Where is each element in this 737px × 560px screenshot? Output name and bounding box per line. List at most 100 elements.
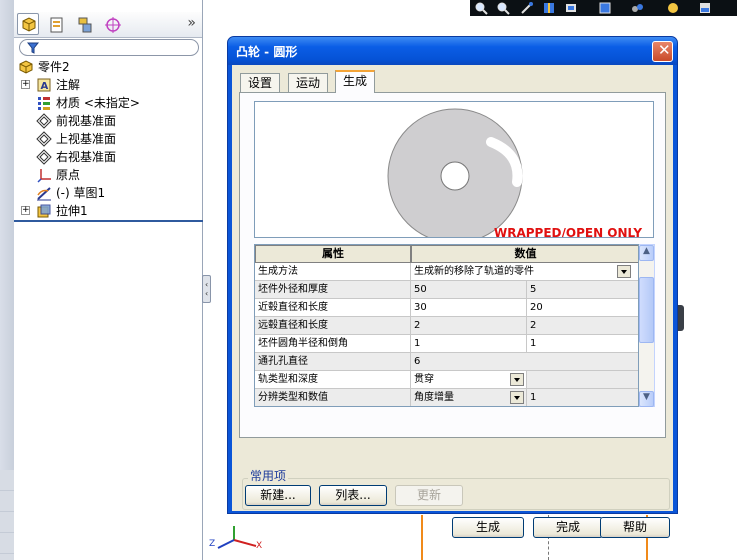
chevron-left-icon: ‹ [205,289,209,298]
tab-settings[interactable]: 设置 [240,73,281,92]
common-items-group: 新建... 列表... 更新 [242,478,670,510]
expand-plus-icon[interactable]: + [21,206,30,215]
create-button[interactable]: 生成 [452,517,524,538]
grid-scrollbar[interactable]: ▲ ▼ [639,244,655,407]
tree-item-origin[interactable]: 原点 [16,166,201,184]
axis-x-label: X [256,541,262,551]
row-value-select[interactable]: 生成新的移除了轨道的零件 [411,263,638,280]
table-row[interactable]: 远毂直径和长度 2 2 [255,317,638,335]
zoom-area-icon[interactable] [496,1,510,15]
help-button[interactable]: 帮助 [600,517,670,538]
display-style-icon[interactable] [630,1,644,15]
row-value-2 [527,371,638,388]
tree-divider [14,220,203,222]
tab-configuration-manager[interactable] [73,13,95,35]
scene-icon[interactable] [698,1,712,15]
origin-axes-icon [37,169,51,183]
dynamic-annotation-icon[interactable] [564,1,578,15]
list-button[interactable]: 列表... [319,485,387,506]
tree-item-extrude1[interactable]: + 拉伸1 [16,202,201,220]
row-property: 通孔孔直径 [255,353,411,370]
axis-triad: Z X [209,526,262,551]
tree-item-label: 注解 [56,78,81,92]
chevron-down-icon: ▼ [643,392,650,402]
row-value-1[interactable]: 30 [411,299,527,316]
tree-root[interactable]: 零件2 [16,58,201,76]
cam-preview-drawing [387,108,523,237]
preview-caption: WRAPPED/OPEN ONLY [494,226,643,238]
task-pane-handle[interactable] [677,305,684,331]
tree-item-sketch1[interactable]: (-) 草图1 [16,184,201,202]
dropdown-arrow-icon[interactable] [617,265,631,278]
tab-motion[interactable]: 运动 [288,73,329,92]
row-value-1[interactable]: 50 [411,281,527,298]
tree-item-material[interactable]: 材质 <未指定> [16,94,201,112]
tab-dimxpert-manager[interactable] [101,13,123,35]
chevron-right-icon[interactable]: » [187,15,196,31]
row-property: 轨类型和深度 [255,371,411,388]
table-row[interactable]: 近毂直径和长度 30 20 [255,299,638,317]
panel-splitter-handle[interactable]: ‹ ‹ [202,275,211,303]
chevron-up-icon: ▲ [643,246,650,256]
appearance-icon[interactable] [666,1,680,15]
sketch-icon [37,187,51,201]
column-header-value: 数值 [411,245,638,263]
dialog-titlebar[interactable]: 凸轮 - 圆形 ✕ [228,37,677,65]
close-button[interactable]: ✕ [652,41,673,62]
scroll-up-button[interactable]: ▲ [639,245,654,261]
feature-tree-icon [22,17,36,32]
tree-item-annotations[interactable]: + A 注解 [16,76,201,94]
tab-property-manager[interactable] [45,13,67,35]
dropdown-arrow-icon[interactable] [510,373,524,386]
view-orientation-icon[interactable] [598,1,612,15]
table-row[interactable]: 通孔孔直径 6 [255,353,638,371]
row-value-1[interactable]: 1 [411,335,527,352]
tree-item-top-plane[interactable]: 上视基准面 [16,130,201,148]
table-row[interactable]: 分辨类型和数值 角度增量 1 [255,389,638,406]
update-button: 更新 [395,485,463,506]
tab-feature-manager[interactable] [17,13,39,35]
tree-item-label: 原点 [56,168,81,182]
row-value-2[interactable]: 1 [527,389,638,406]
table-row[interactable]: 轨类型和深度 贯穿 [255,371,638,389]
new-button[interactable]: 新建... [245,485,311,506]
chevron-left-icon: ‹ [205,280,209,289]
row-property: 坯件外径和厚度 [255,281,411,298]
scroll-thumb[interactable] [639,277,654,343]
annotation-icon: A [37,78,51,92]
table-row[interactable]: 坯件外径和厚度 50 5 [255,281,638,299]
row-value-2[interactable]: 2 [527,317,638,334]
row-value-2[interactable]: 20 [527,299,638,316]
material-icon [38,97,50,110]
row-value-2[interactable]: 5 [527,281,638,298]
dropdown-arrow-icon[interactable] [510,391,524,404]
scroll-down-button[interactable]: ▼ [639,391,654,407]
done-button[interactable]: 完成 [533,517,603,538]
table-row[interactable]: 坯件圆角半径和倒角 1 1 [255,335,638,353]
zoom-to-fit-icon[interactable] [474,1,488,15]
row-value-2[interactable]: 1 [527,335,638,352]
tree-filter-input[interactable] [19,39,199,56]
tab-create[interactable]: 生成 [335,70,376,93]
cam-preview: WRAPPED/OPEN ONLY [254,101,654,238]
section-view-icon[interactable] [542,1,556,15]
close-icon: ✕ [658,41,671,59]
previous-view-icon[interactable] [520,1,534,15]
plane-icon [36,113,52,129]
panel-tab-bar: » [14,12,202,38]
feature-manager-panel: » 零件2 + A 注解 材质 <未指定> 前视基准面 上视基准面 右视基准面 … [0,0,203,560]
tree-item-right-plane[interactable]: 右视基准面 [16,148,201,166]
tree-item-label: 右视基准面 [56,150,117,164]
svg-text:A: A [41,81,49,92]
row-value-1[interactable]: 6 [411,353,638,370]
table-row[interactable]: 生成方法 生成新的移除了轨道的零件 [255,263,638,281]
property-grid: 属性 数值 生成方法 生成新的移除了轨道的零件 坯件外径和厚度 50 5 近毂直… [254,244,639,407]
left-edge-strip-lower [0,470,14,560]
tree-item-label: 拉伸1 [56,204,88,218]
row-value-1[interactable]: 2 [411,317,527,334]
tree-item-label: 上视基准面 [56,132,117,146]
tree-item-front-plane[interactable]: 前视基准面 [16,112,201,130]
row-property: 生成方法 [255,263,411,280]
expand-plus-icon[interactable]: + [21,80,30,89]
dialog-title: 凸轮 - 圆形 [236,45,298,59]
